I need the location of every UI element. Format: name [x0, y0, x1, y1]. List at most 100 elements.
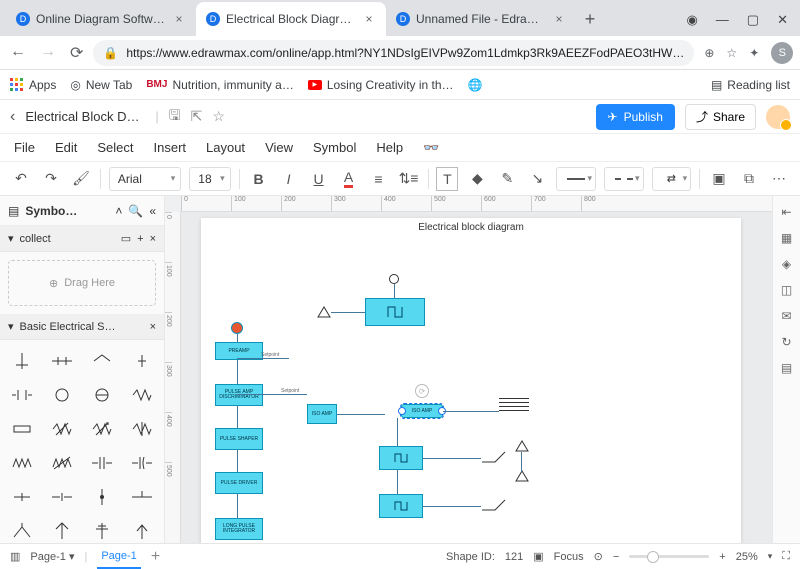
- share-button[interactable]: ⤴Share: [685, 104, 756, 130]
- page-selector[interactable]: Page-1 ▾: [30, 550, 74, 563]
- more-icon[interactable]: ⋯: [768, 167, 790, 191]
- symbol-item[interactable]: [2, 514, 42, 543]
- plus-icon[interactable]: +: [137, 233, 143, 245]
- symbol-item[interactable]: [2, 446, 42, 480]
- zoom-in-button[interactable]: +: [719, 551, 725, 563]
- export-icon[interactable]: ⇱: [191, 108, 203, 125]
- properties-icon[interactable]: ▤: [779, 360, 795, 376]
- wire[interactable]: [237, 450, 238, 472]
- symbol-item[interactable]: [42, 480, 82, 514]
- menu-select[interactable]: Select: [97, 140, 133, 155]
- wire[interactable]: [331, 312, 365, 313]
- pages-icon[interactable]: ▥: [10, 550, 20, 563]
- symbol-item[interactable]: [122, 514, 162, 543]
- glasses-icon[interactable]: 👓: [423, 140, 439, 156]
- connector-icon[interactable]: ↘: [526, 167, 548, 191]
- font-select[interactable]: Arial: [109, 167, 181, 191]
- symbol-item[interactable]: [2, 378, 42, 412]
- wire[interactable]: [521, 452, 522, 472]
- menu-edit[interactable]: Edit: [55, 140, 77, 155]
- font-size-select[interactable]: 18: [189, 167, 230, 191]
- url-box[interactable]: 🔒 https://www.edrawmax.com/online/app.ht…: [93, 40, 694, 66]
- library-icon[interactable]: ▤: [8, 204, 19, 218]
- menu-help[interactable]: Help: [376, 140, 403, 155]
- wire[interactable]: [237, 406, 238, 428]
- group-icon[interactable]: ⧉: [738, 167, 760, 191]
- zoom-slider[interactable]: [629, 555, 709, 558]
- account-icon[interactable]: ◉: [686, 12, 697, 28]
- node-circle[interactable]: [389, 274, 399, 284]
- section-basic-electrical[interactable]: ▾Basic Electrical S…×: [0, 314, 164, 340]
- close-icon[interactable]: ×: [362, 12, 376, 26]
- triangle-icon[interactable]: [515, 440, 529, 452]
- layers-icon[interactable]: ◈: [779, 256, 795, 272]
- menu-symbol[interactable]: Symbol: [313, 140, 356, 155]
- block-led[interactable]: [231, 322, 243, 334]
- triangle-icon[interactable]: [317, 306, 331, 318]
- close-icon[interactable]: ×: [552, 12, 566, 26]
- add-page-button[interactable]: +: [151, 548, 160, 566]
- new-tab-button[interactable]: +: [576, 2, 604, 36]
- close-window-icon[interactable]: ✕: [777, 12, 788, 28]
- wire[interactable]: [443, 411, 499, 412]
- menu-insert[interactable]: Insert: [154, 140, 187, 155]
- symbol-item[interactable]: [82, 514, 122, 543]
- forward-icon[interactable]: →: [40, 43, 56, 63]
- arrow-style-select[interactable]: ⇄: [652, 167, 692, 191]
- undo-icon[interactable]: ↶: [10, 167, 32, 191]
- history-icon[interactable]: ↻: [779, 334, 795, 350]
- bookmark-youtube[interactable]: ▶ Losing Creativity in th…: [308, 78, 454, 92]
- back-icon[interactable]: ←: [10, 43, 26, 63]
- apps-button[interactable]: Apps: [10, 78, 56, 92]
- browser-tab-2[interactable]: DUnnamed File - EdrawMax×: [386, 2, 576, 36]
- font-color-icon[interactable]: A: [338, 167, 360, 191]
- zoom-out-button[interactable]: −: [613, 551, 619, 563]
- wire[interactable]: [423, 506, 481, 507]
- chevron-down-icon[interactable]: ▾: [768, 551, 773, 562]
- publish-button[interactable]: ✈Publish: [596, 104, 675, 130]
- underline-icon[interactable]: U: [308, 167, 330, 191]
- block-isoamp-1[interactable]: ISO AMP: [307, 404, 337, 424]
- line-color-icon[interactable]: ✎: [496, 167, 518, 191]
- symbol-item[interactable]: [42, 514, 82, 543]
- wire[interactable]: [237, 494, 238, 518]
- symbol-item[interactable]: [2, 344, 42, 378]
- profile-avatar[interactable]: S: [771, 42, 793, 64]
- symbol-item[interactable]: [82, 480, 122, 514]
- switch-icon[interactable]: [481, 450, 507, 464]
- symbol-item[interactable]: [42, 446, 82, 480]
- symbol-item[interactable]: [42, 412, 82, 446]
- block-generic[interactable]: [379, 446, 423, 470]
- format-painter-icon[interactable]: 🖌: [70, 167, 92, 191]
- block-pulseshaper[interactable]: PULSE SHAPER: [215, 428, 263, 450]
- star-icon[interactable]: ☆: [726, 46, 737, 60]
- fullscreen-icon[interactable]: ⛶: [782, 550, 790, 563]
- symbol-item[interactable]: [82, 378, 122, 412]
- wire[interactable]: [337, 414, 385, 415]
- search-icon[interactable]: ⊕: [704, 46, 714, 60]
- extensions-icon[interactable]: ✦: [749, 46, 759, 60]
- reload-icon[interactable]: ⟳: [70, 43, 83, 63]
- bookmark-newtab[interactable]: ◎ New Tab: [70, 78, 132, 92]
- drag-here-area[interactable]: ⊕Drag Here: [8, 260, 156, 306]
- browser-tab-0[interactable]: DOnline Diagram Software - Edraw…×: [6, 2, 196, 36]
- bus-lines[interactable]: [499, 398, 529, 411]
- wire[interactable]: [397, 418, 398, 448]
- minimize-icon[interactable]: —: [716, 12, 729, 28]
- grid-icon[interactable]: ▦: [779, 230, 795, 246]
- fit-icon[interactable]: ⊙: [594, 550, 603, 563]
- canvas[interactable]: Electrical block diagram PREAMP Setpoint…: [181, 212, 772, 543]
- reading-list-button[interactable]: ▤ Reading list: [711, 78, 790, 92]
- page[interactable]: Electrical block diagram PREAMP Setpoint…: [201, 218, 741, 543]
- block-generic[interactable]: [379, 494, 423, 518]
- menu-file[interactable]: File: [14, 140, 35, 155]
- close-icon[interactable]: ×: [150, 233, 156, 245]
- menu-view[interactable]: View: [265, 140, 293, 155]
- chevron-up-icon[interactable]: ˄: [115, 204, 122, 218]
- add-icon[interactable]: ▭: [121, 232, 131, 245]
- page-tab[interactable]: Page-1: [97, 544, 140, 569]
- maximize-icon[interactable]: ▢: [747, 12, 759, 28]
- block-pulsedriver[interactable]: PULSE DRIVER: [215, 472, 263, 494]
- symbol-item[interactable]: [122, 344, 162, 378]
- wire[interactable]: [237, 360, 238, 384]
